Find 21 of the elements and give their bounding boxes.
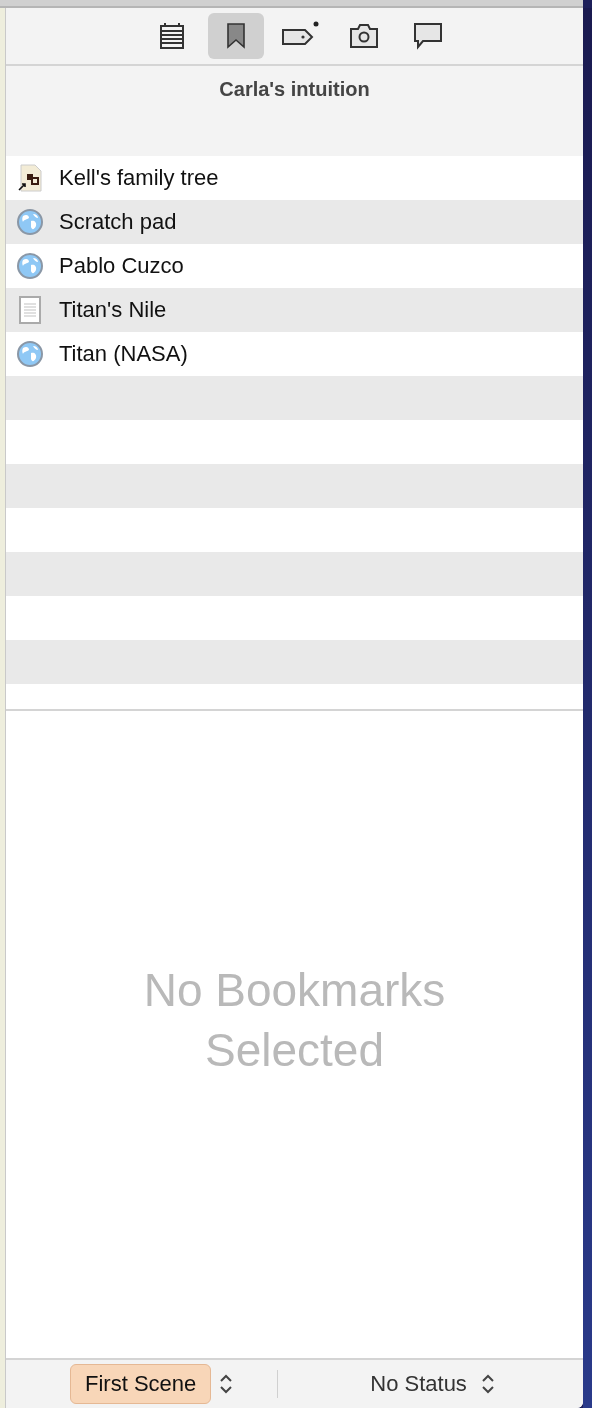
bookmarks-tab[interactable] [207,13,264,59]
document-title: Carla's intuition [219,78,370,101]
bookmark-icon [224,22,247,50]
empty-message: No Bookmarks Selected [142,962,447,1078]
globe-icon [15,340,45,368]
label-selector[interactable]: First Scene [70,1364,212,1404]
camera-icon [348,23,379,49]
bookmark-title: Titan's Nile [59,297,167,323]
globe-icon [15,252,45,280]
notepad-icon [158,22,185,50]
speech-bubble-icon [412,21,443,51]
stepper-icon[interactable] [219,1373,234,1395]
bookmark-title: Pablo Cuzco [59,253,184,279]
status-selector[interactable]: No Status [316,1371,473,1397]
globe-icon [15,208,45,236]
bookmark-item[interactable]: Scratch pad [6,200,583,244]
bookmark-item[interactable]: Titan's Nile [6,288,583,332]
bookmark-title: Scratch pad [59,209,177,235]
bookmark-title: Titan (NASA) [59,341,188,367]
stepper-icon[interactable] [480,1373,495,1395]
bookmark-title: Kell's family tree [59,165,219,191]
